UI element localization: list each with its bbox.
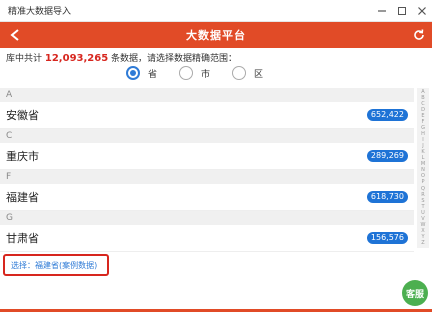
radio-district[interactable]: 区 [232,66,263,80]
list-item[interactable]: 安徽省 652,422 [0,102,414,129]
summary-prefix: 库中共计 [6,54,43,64]
page-title: 大数据平台 [186,29,246,42]
minimize-icon[interactable] [372,1,392,21]
radio-unchecked-icon [179,66,194,80]
count-badge: 652,422 [366,109,408,121]
index-letter[interactable]: Z [421,240,424,246]
count-badge: 156,576 [366,232,408,244]
province-list: A 安徽省 652,422 C 重庆市 289,269 F 福建省 618,73… [0,88,414,252]
radio-label: 区 [254,69,264,80]
total-count: 12,093,265 [44,53,109,64]
summary-suffix: 条数据，请选择数据精确范围： [111,54,238,64]
section-header: G [0,211,414,225]
back-icon[interactable] [6,26,24,44]
data-summary: 库中共计 12,093,265 条数据，请选择数据精确范围： [6,51,237,64]
index-letter[interactable]: V [421,216,424,222]
alphabet-index[interactable]: ABCDEFGHIJKLMNOPQRSTUVWXYZ [417,88,429,248]
province-name: 重庆市 [6,150,39,163]
province-name: 福建省 [6,191,39,204]
index-letter[interactable]: T [421,204,424,210]
list-item[interactable]: 甘肃省 156,576 [0,225,414,252]
radio-city[interactable]: 市 [179,66,210,80]
selection-display: 选择：福建省(案例数据) [3,254,109,276]
maximize-icon[interactable] [392,1,412,21]
section-header: F [0,170,414,184]
window-titlebar: 精准大数据导入 [0,0,432,22]
count-badge: 618,730 [366,191,408,203]
radio-province[interactable]: 省 [126,66,157,80]
radio-label: 省 [148,69,158,80]
list-item[interactable]: 重庆市 289,269 [0,143,414,170]
province-name: 安徽省 [6,109,39,122]
index-letter[interactable]: Q [421,186,425,192]
section-header: C [0,129,414,143]
index-letter[interactable]: X [421,228,424,234]
count-badge: 289,269 [366,150,408,162]
app-header: 大数据平台 [0,22,432,48]
selection-text: 选择：福建省(案例数据) [11,260,98,270]
radio-label: 市 [201,69,211,80]
index-letter[interactable]: R [421,192,424,198]
list-item[interactable]: 福建省 618,730 [0,184,414,211]
scope-radio-group: 省 市 区 [126,66,285,80]
close-icon[interactable] [412,1,432,21]
refresh-icon[interactable] [410,26,428,44]
index-letter[interactable]: U [421,210,425,216]
index-letter[interactable]: S [421,198,424,204]
radio-unchecked-icon [232,66,247,80]
window-title: 精准大数据导入 [8,7,72,17]
index-letter[interactable]: P [421,180,424,185]
index-letter[interactable]: W [421,222,426,228]
window-controls [372,1,432,21]
radio-checked-icon [126,66,140,80]
service-label: 客服 [405,289,424,300]
province-name: 甘肃省 [6,232,39,245]
index-letter[interactable]: Y [421,234,424,240]
section-header: A [0,88,414,102]
customer-service-button[interactable]: 客服 [402,280,428,306]
